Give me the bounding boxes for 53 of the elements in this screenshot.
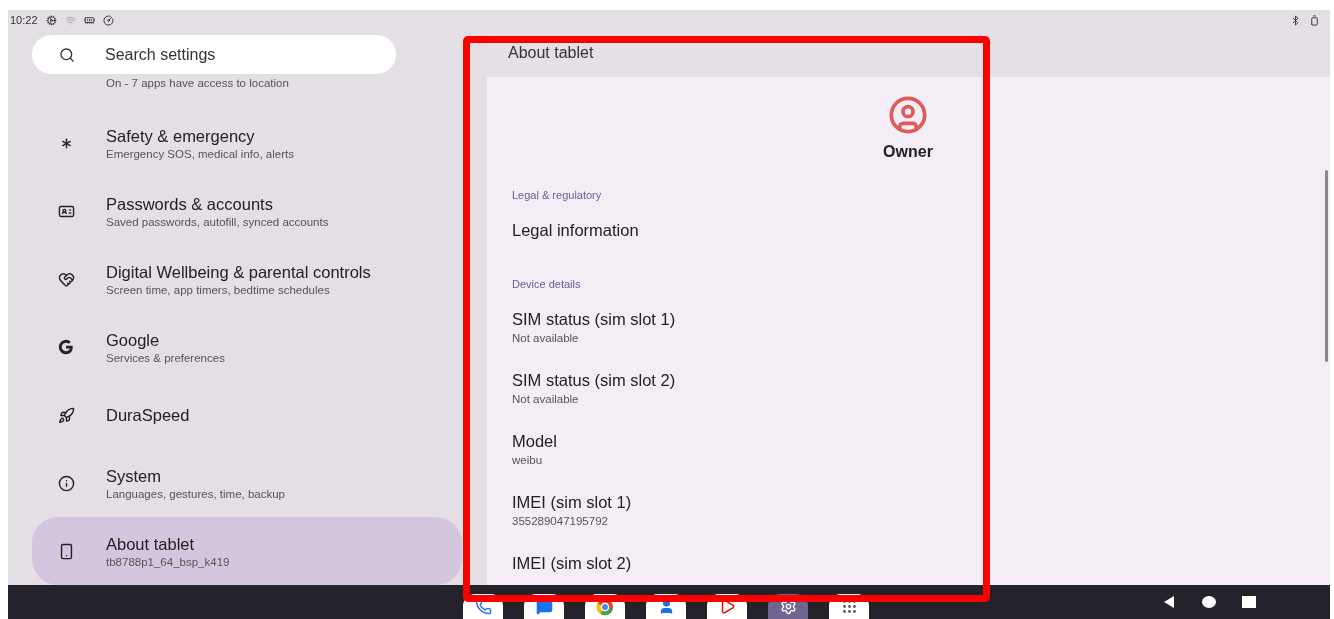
pref-summary: weibu — [512, 454, 544, 466]
settings-item[interactable]: Digital Wellbeing & parental controls Screen time, app timers, bedtime schedules — [32, 245, 462, 313]
bluetooth-icon — [1290, 14, 1301, 26]
search-icon — [59, 46, 75, 63]
pref-summary: 355289047195792 — [512, 515, 609, 527]
item-summary: tb8788p1_64_bsp_k419 — [106, 555, 230, 568]
pref-summary: Not available — [512, 393, 580, 405]
user-avatar-icon[interactable] — [888, 94, 928, 135]
pref-title[interactable]: Legal information — [512, 221, 1330, 240]
pref-title[interactable]: SIM status (sim slot 1) — [512, 310, 1330, 329]
settings-item[interactable]: Passwords & accounts Saved passwords, autofill, synced accounts — [32, 177, 462, 245]
search-field[interactable]: Search settings — [32, 35, 396, 74]
item-summary: Saved passwords, autofill, synced accounts — [106, 215, 329, 228]
item-title: Passwords & accounts — [106, 194, 274, 214]
item-title: System — [106, 466, 162, 486]
item-icon — [57, 474, 75, 492]
item-title: Digital Wellbeing & parental controls — [106, 262, 371, 282]
pref-title[interactable]: SIM status (sim slot 2) — [512, 371, 1330, 390]
category-header: Legal & regulatory — [511, 188, 603, 203]
back-button[interactable] — [1162, 595, 1176, 609]
item-title: Google — [106, 330, 161, 350]
item-icon — [57, 406, 75, 424]
gear-icon — [45, 14, 57, 26]
memory-card-icon — [83, 14, 95, 26]
home-button[interactable] — [1202, 596, 1216, 608]
search-input[interactable]: Search settings — [103, 44, 347, 65]
item-icon — [57, 270, 75, 288]
item-summary: Emergency SOS, medical info, alerts — [106, 147, 294, 160]
pref-title[interactable]: IMEI (sim slot 2) — [512, 554, 1330, 573]
category-header: Device details — [511, 277, 582, 292]
item-summary: Languages, gestures, time, backup — [106, 487, 285, 500]
settings-item[interactable]: About tablet tb8788p1_64_bsp_k419 — [32, 517, 462, 585]
item-summary: Services & preferences — [106, 351, 225, 364]
gauge-icon — [102, 14, 114, 26]
page-title: About tablet — [508, 44, 594, 63]
settings-item[interactable]: DuraSpeed — [32, 381, 462, 449]
item-title: DuraSpeed — [106, 405, 190, 425]
settings-item[interactable]: Safety & emergency Emergency SOS, medical info, alerts — [32, 109, 462, 177]
item-title: Safety & emergency — [106, 126, 256, 146]
settings-item[interactable]: On - 7 apps have access to location — [32, 74, 462, 109]
settings-item[interactable]: Google Services & preferences — [32, 313, 462, 381]
g-letter-icon — [57, 338, 75, 356]
item-summary: Screen time, app timers, bedtime schedules — [106, 283, 331, 296]
battery-icon — [1309, 14, 1320, 26]
item-title: About tablet — [106, 534, 196, 554]
pref-title[interactable]: IMEI (sim slot 1) — [512, 493, 1330, 512]
wifi-icon — [64, 14, 76, 26]
user-name: Owner — [883, 142, 933, 161]
pref-title[interactable]: Model — [512, 432, 1330, 451]
status-time: 10:22 — [10, 14, 38, 26]
pref-summary: Not available — [512, 332, 580, 344]
item-summary: On - 7 apps have access to location — [106, 77, 289, 89]
settings-item[interactable]: System Languages, gestures, time, backup — [32, 449, 462, 517]
